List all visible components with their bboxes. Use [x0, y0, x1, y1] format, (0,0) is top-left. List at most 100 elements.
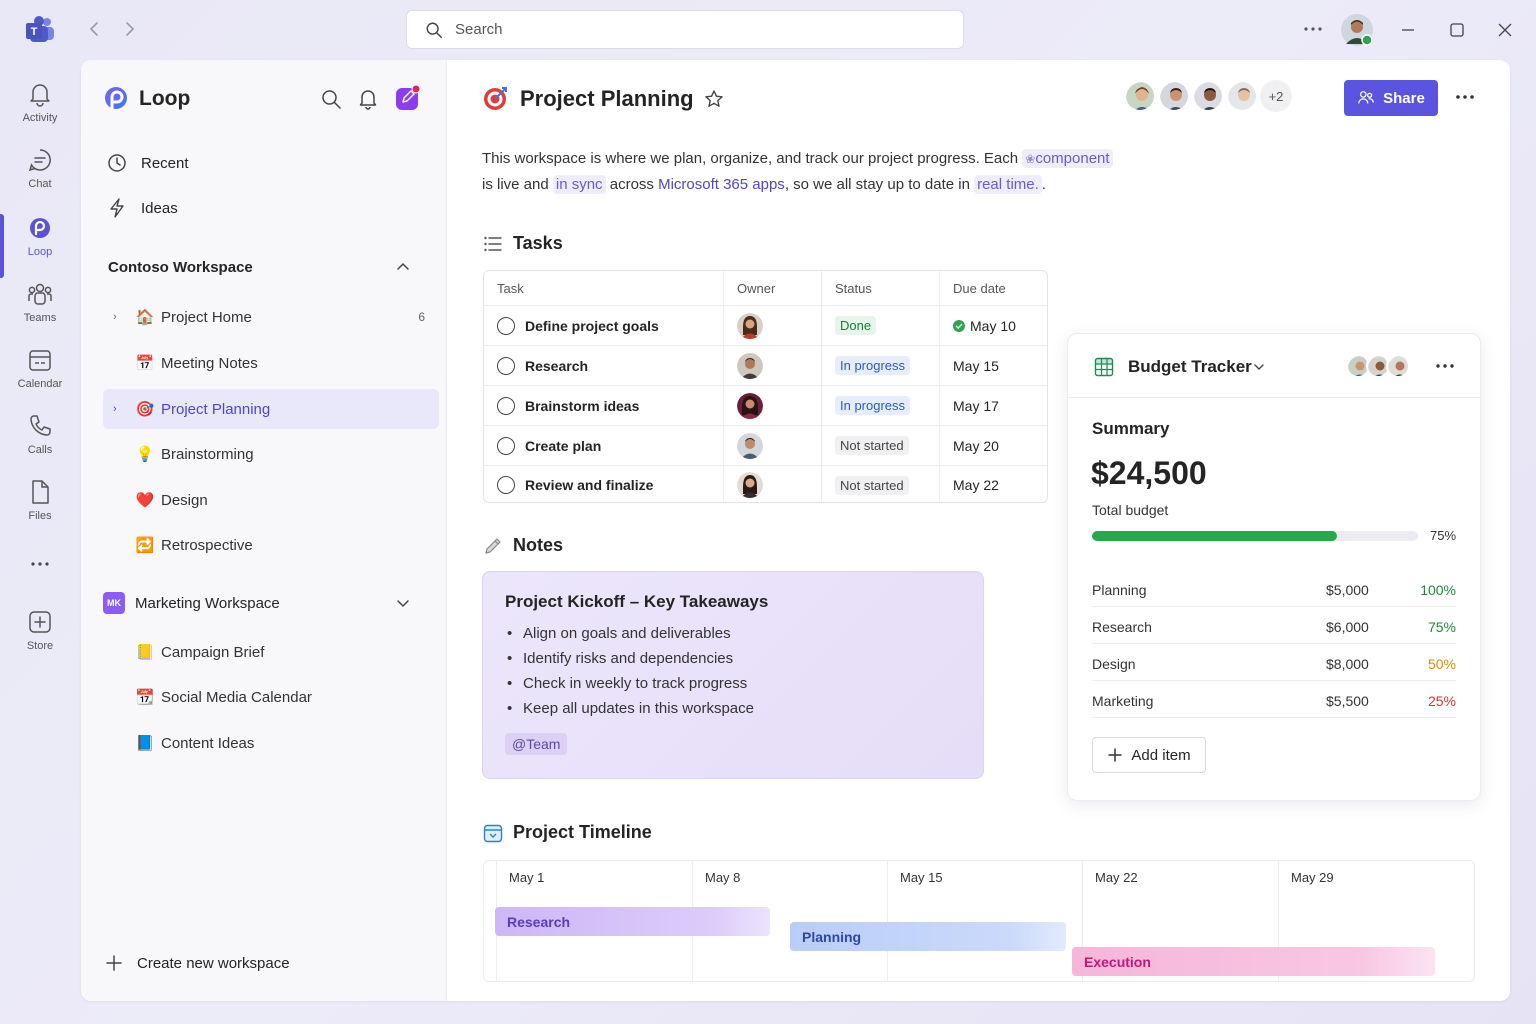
budget-row[interactable]: Research $6,000 75%: [1092, 607, 1456, 644]
add-item-button[interactable]: Add item: [1092, 737, 1206, 773]
avatar[interactable]: [1226, 80, 1258, 112]
page-more-icon[interactable]: [1452, 86, 1478, 108]
sidebar-page-project-planning[interactable]: › 🎯 Project Planning: [103, 389, 439, 429]
sidebar-item-recent[interactable]: Recent: [107, 153, 189, 173]
timeline-date: May 1: [509, 870, 545, 885]
budget-tracker-card: Budget Tracker Summary $24,500 Total bud…: [1067, 333, 1482, 801]
budget-row[interactable]: Planning $5,000 100%: [1092, 570, 1456, 607]
status-badge[interactable]: Not started: [835, 436, 909, 455]
page-count: 6: [418, 310, 425, 324]
chevron-up-icon[interactable]: [395, 259, 411, 275]
budget-row[interactable]: Marketing $5,500 25%: [1092, 681, 1456, 718]
target-icon: 🎯: [135, 401, 155, 418]
title-bar: T Search: [0, 0, 1536, 60]
table-row[interactable]: Define project goals Done May 10: [484, 306, 1047, 346]
budget-title[interactable]: Budget Tracker: [1128, 357, 1252, 377]
avatar[interactable]: [1192, 80, 1224, 112]
user-avatar[interactable]: [1341, 14, 1373, 46]
more-options-icon[interactable]: [1300, 18, 1326, 40]
notifications-bell-icon[interactable]: [357, 88, 379, 110]
table-row[interactable]: Review and finalize Not started May 22: [484, 466, 1047, 502]
rail-item-store[interactable]: Store: [0, 608, 80, 670]
close-icon[interactable]: [1495, 20, 1515, 40]
table-row[interactable]: Brainstorm ideas In progress May 17: [484, 386, 1047, 426]
owner-avatar[interactable]: [737, 472, 763, 498]
create-workspace-button[interactable]: Create new workspace: [105, 954, 290, 972]
timeline-bar-planning[interactable]: Planning: [790, 922, 1066, 951]
component-chip[interactable]: ❀component: [1022, 149, 1113, 168]
timeline-bar-execution[interactable]: Execution: [1072, 947, 1435, 976]
owner-avatar[interactable]: [737, 352, 763, 379]
share-button[interactable]: Share: [1344, 80, 1438, 116]
rail-item-calendar[interactable]: Calendar: [0, 346, 80, 408]
rail-item-activity[interactable]: Activity: [0, 80, 80, 142]
status-badge[interactable]: In progress: [835, 396, 911, 415]
back-arrow-icon[interactable]: [86, 20, 104, 38]
workspace-title[interactable]: Contoso Workspace: [108, 259, 253, 276]
teams-logo-icon[interactable]: T: [24, 14, 56, 46]
task-name[interactable]: Research: [525, 358, 588, 374]
rail-item-loop[interactable]: Loop: [0, 214, 80, 278]
avatar[interactable]: [1158, 80, 1190, 112]
budget-row-name: Planning: [1092, 582, 1147, 598]
sidebar-page-project-home[interactable]: › 🏠 Project Home 6: [103, 297, 439, 337]
sidebar-item-ideas[interactable]: Ideas: [107, 198, 178, 218]
loop-icon: [26, 214, 54, 246]
task-checkbox[interactable]: [497, 436, 515, 455]
owner-avatar[interactable]: [737, 392, 763, 419]
owner-avatar[interactable]: [737, 432, 763, 459]
notes-card[interactable]: Project Kickoff – Key Takeaways Align on…: [482, 571, 984, 779]
expand-caret-icon[interactable]: ›: [113, 403, 123, 415]
collaborators[interactable]: +2: [1124, 80, 1292, 112]
expand-caret-icon[interactable]: ›: [113, 311, 123, 323]
search-input[interactable]: Search: [406, 10, 964, 49]
team-mention[interactable]: @Team: [505, 733, 568, 755]
task-name[interactable]: Review and finalize: [525, 477, 653, 493]
marketing-workspace-title[interactable]: Marketing Workspace: [135, 595, 280, 612]
budget-more-icon[interactable]: [1434, 356, 1456, 376]
in-sync-chip[interactable]: in sync: [552, 175, 606, 194]
task-name[interactable]: Brainstorm ideas: [525, 398, 639, 414]
rail-item-files[interactable]: Files: [0, 478, 80, 540]
forward-arrow-icon[interactable]: [120, 20, 138, 38]
real-time-chip[interactable]: real time.: [974, 175, 1042, 194]
sidebar-page-retrospective[interactable]: 🔁 Retrospective: [103, 525, 439, 565]
budget-row[interactable]: Design $8,000 50%: [1092, 644, 1456, 681]
minimize-icon[interactable]: [1398, 20, 1418, 40]
timeline-bar-research[interactable]: Research: [495, 907, 770, 936]
maximize-icon[interactable]: [1447, 20, 1467, 40]
task-checkbox[interactable]: [497, 356, 515, 375]
sidebar-page-brainstorming[interactable]: 💡 Brainstorming: [103, 434, 439, 474]
task-name[interactable]: Define project goals: [525, 318, 659, 334]
sidebar-page-social-media-calendar[interactable]: 📆 Social Media Calendar: [103, 677, 439, 717]
status-badge[interactable]: Not started: [835, 475, 909, 495]
rail-item-calls[interactable]: Calls: [0, 412, 80, 474]
rail-item-teams[interactable]: Teams: [0, 280, 80, 342]
collaborators-more[interactable]: +2: [1260, 80, 1292, 112]
budget-collaborators[interactable]: [1346, 354, 1410, 378]
sidebar-page-content-ideas[interactable]: 📘 Content Ideas: [103, 723, 439, 763]
status-badge[interactable]: In progress: [835, 356, 911, 375]
microsoft-365-link[interactable]: Microsoft 365 apps: [658, 176, 785, 193]
rail-more-icon[interactable]: [0, 554, 80, 578]
favorite-star-icon[interactable]: [704, 89, 724, 109]
sidebar-page-design[interactable]: ❤️ Design: [103, 480, 439, 520]
search-icon[interactable]: [320, 88, 342, 110]
avatar[interactable]: [1386, 354, 1410, 378]
table-row[interactable]: Create plan Not started May 20: [484, 426, 1047, 466]
rail-item-chat[interactable]: Chat: [0, 146, 80, 208]
avatar[interactable]: [1124, 80, 1156, 112]
owner-avatar[interactable]: [737, 312, 763, 339]
chevron-down-icon[interactable]: [395, 595, 411, 611]
task-checkbox[interactable]: [497, 476, 515, 494]
sidebar-page-campaign-brief[interactable]: 📒 Campaign Brief: [103, 632, 439, 672]
table-row[interactable]: Research In progress May 15: [484, 346, 1047, 386]
task-name[interactable]: Create plan: [525, 438, 601, 454]
task-checkbox[interactable]: [497, 396, 515, 415]
new-page-icon[interactable]: [395, 85, 421, 111]
sidebar-page-meeting-notes[interactable]: 📅 Meeting Notes: [103, 343, 439, 383]
status-badge[interactable]: Done: [835, 316, 877, 335]
budget-row-percent: 100%: [1420, 582, 1456, 598]
task-checkbox[interactable]: [497, 316, 515, 335]
chevron-down-icon[interactable]: [1252, 360, 1266, 374]
